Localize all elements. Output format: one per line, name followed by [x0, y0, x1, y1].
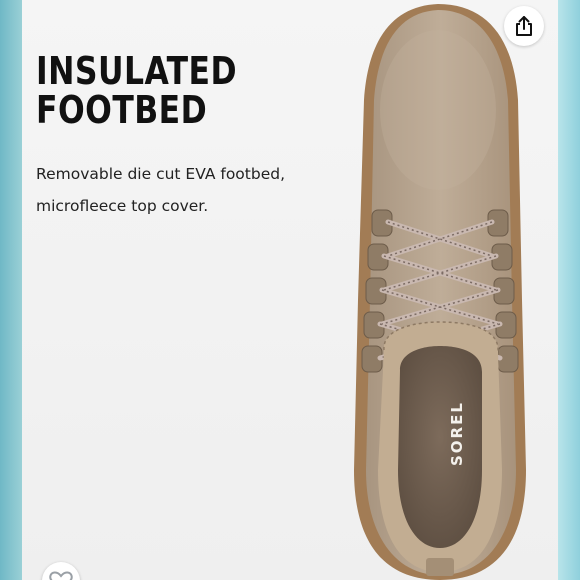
left-edge — [0, 0, 22, 580]
feature-title-line1: INSULATED — [36, 49, 238, 93]
heart-icon — [49, 571, 73, 580]
right-edge — [558, 0, 580, 580]
like-button[interactable] — [42, 562, 80, 580]
brand-mark: SOREL — [448, 401, 466, 466]
product-image: INSULATED FOOTBED Removable die cut EVA … — [22, 0, 558, 580]
heel-tab — [426, 558, 454, 576]
feature-title: INSULATED FOOTBED — [36, 52, 237, 130]
feature-title-line2: FOOTBED — [36, 88, 208, 132]
share-button[interactable] — [504, 6, 544, 46]
boot-illustration: SOREL — [354, 4, 526, 580]
share-icon — [516, 16, 532, 36]
boot-footbed — [398, 346, 482, 548]
feature-description: Removable die cut EVA footbed, microflee… — [36, 165, 286, 215]
